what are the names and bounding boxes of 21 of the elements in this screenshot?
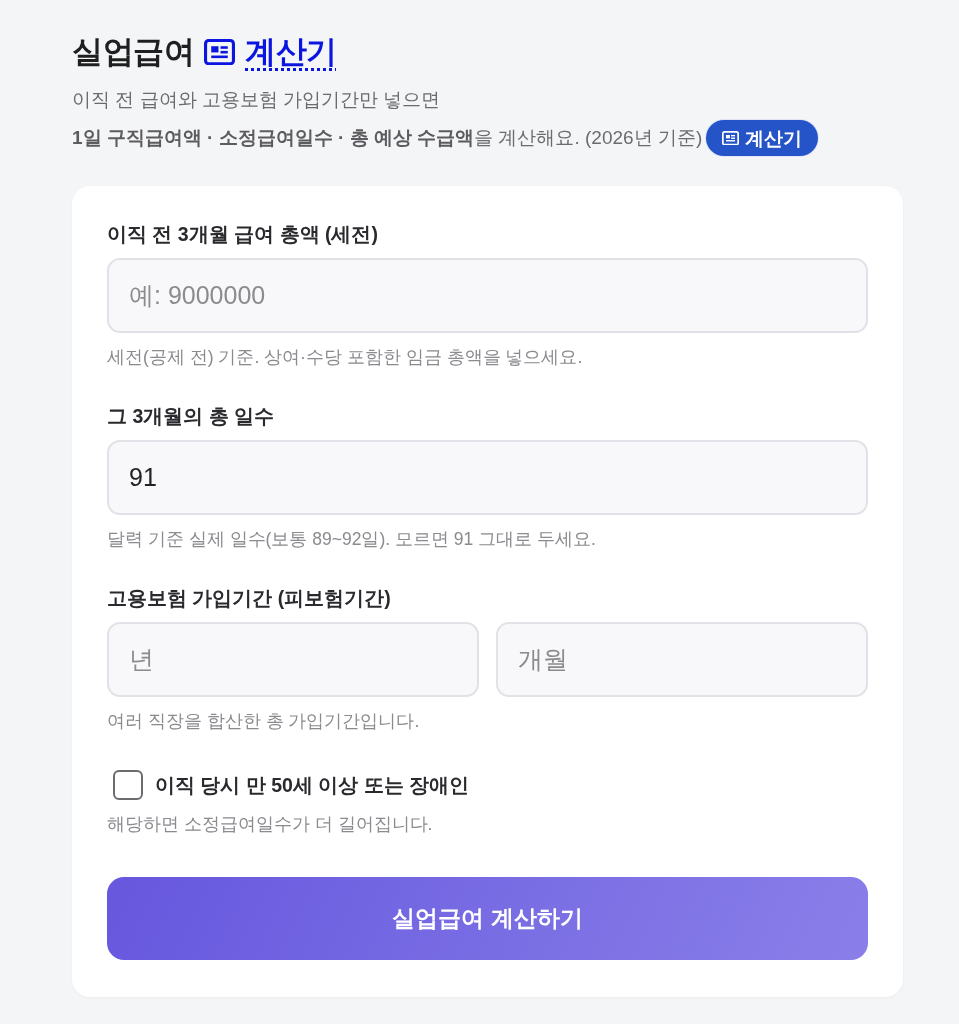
summary-text: 1일 구직급여액 · 소정급여일수 · 총 예상 수급액을 계산해요. (2026년 기준) — [72, 126, 703, 150]
checkbox[interactable] — [113, 770, 143, 800]
calculate-button[interactable]: 실업급여 계산하기 — [107, 877, 868, 960]
calculator-badge-button[interactable]: 계산기 — [706, 120, 819, 156]
input-field[interactable]: 91 — [107, 440, 868, 515]
field-label: 이직 전 3개월 급여 총액 (세전) — [107, 222, 379, 246]
field-hint: 세전(공제 전) 기준. 상여·수당 포함한 임금 총액을 넣으세요. — [107, 346, 584, 368]
calculator-link[interactable]: 계산기 — [245, 30, 337, 74]
input-field[interactable]: 개월 — [496, 622, 868, 697]
id-card-icon — [204, 38, 235, 66]
input-field[interactable]: 예: 9000000 — [107, 258, 868, 333]
field-hint: 여러 직장을 합산한 총 가입기간입니다. — [107, 710, 421, 732]
field-label: 그 3개월의 총 일수 — [107, 404, 276, 428]
field-hint: 달력 기준 실제 일수(보통 89~92일). 모르면 91 그대로 두세요. — [107, 528, 597, 550]
id-card-icon — [722, 130, 740, 146]
input-field[interactable]: 년 — [107, 622, 479, 697]
field-label: 고용보험 가입기간 (피보험기간) — [107, 586, 392, 610]
checkbox-hint: 해당하면 소정급여일수가 더 길어집니다. — [107, 813, 434, 835]
subtitle-text: 이직 전 급여와 고용보험 가입기간만 넣으면 — [72, 88, 442, 112]
page-title: 실업급여 — [72, 33, 194, 71]
checkbox-label[interactable]: 이직 당시 만 50세 이상 또는 장애인 — [155, 772, 470, 798]
